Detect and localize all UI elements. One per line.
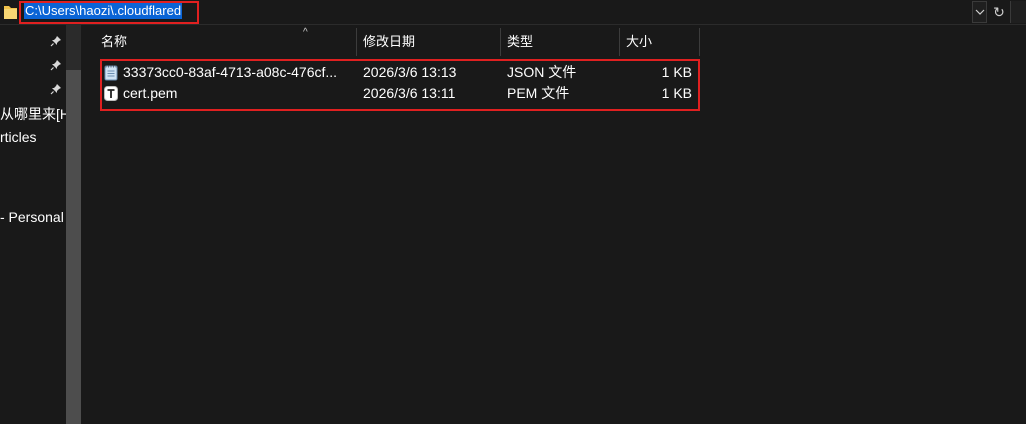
notepad-file-icon (104, 65, 118, 81)
column-header-size[interactable]: 大小 (620, 28, 700, 56)
file-list: ^ 名称 修改日期 类型 大小 33373cc0-83af-4713-a08c-… (81, 25, 1026, 424)
column-header-date-modified[interactable]: 修改日期 (357, 28, 501, 56)
file-row[interactable]: cert.pem 2026/3/6 13:11 PEM 文件 1 KB (102, 83, 698, 104)
nav-item-quick-access[interactable]: 从哪里来[H (0, 105, 66, 123)
folder-icon (4, 6, 17, 19)
file-name: cert.pem (123, 85, 178, 101)
file-date-modified: 2026/3/6 13:11 (363, 85, 456, 101)
file-name: 33373cc0-83af-4713-a08c-476cf... (123, 64, 338, 80)
pin-icon[interactable] (50, 35, 62, 47)
file-size: 1 KB (661, 64, 692, 80)
nav-item-onedrive-personal[interactable]: - Personal (0, 208, 64, 226)
address-input[interactable]: C:\Users\haozi\.cloudflared (20, 0, 972, 24)
column-header-type[interactable]: 类型 (501, 28, 620, 56)
file-type: JSON 文件 (507, 64, 577, 80)
column-header-name[interactable]: 名称 (95, 28, 357, 56)
text-file-icon (104, 86, 118, 101)
navigation-pane: 从哪里来[H rticles - Personal (0, 25, 66, 424)
pin-icon[interactable] (50, 59, 62, 71)
pin-icon[interactable] (50, 83, 62, 95)
refresh-button[interactable]: ↻ (990, 1, 1008, 23)
refresh-icon: ↻ (993, 4, 1005, 20)
search-box-edge[interactable] (1010, 1, 1026, 23)
address-history-dropdown-button[interactable] (972, 1, 987, 23)
file-size: 1 KB (661, 85, 692, 101)
navigation-scrollbar-thumb[interactable] (66, 70, 81, 424)
address-bar: C:\Users\haozi\.cloudflared ↻ (0, 0, 1026, 25)
nav-item-articles[interactable]: rticles (0, 128, 37, 146)
chevron-down-icon (975, 9, 985, 15)
address-path-text: C:\Users\haozi\.cloudflared (24, 3, 183, 19)
navigation-scrollbar[interactable] (66, 25, 81, 424)
file-date-modified: 2026/3/6 13:13 (363, 64, 457, 80)
file-row[interactable]: 33373cc0-83af-4713-a08c-476cf... 2026/3/… (102, 62, 698, 83)
file-type: PEM 文件 (507, 85, 570, 101)
